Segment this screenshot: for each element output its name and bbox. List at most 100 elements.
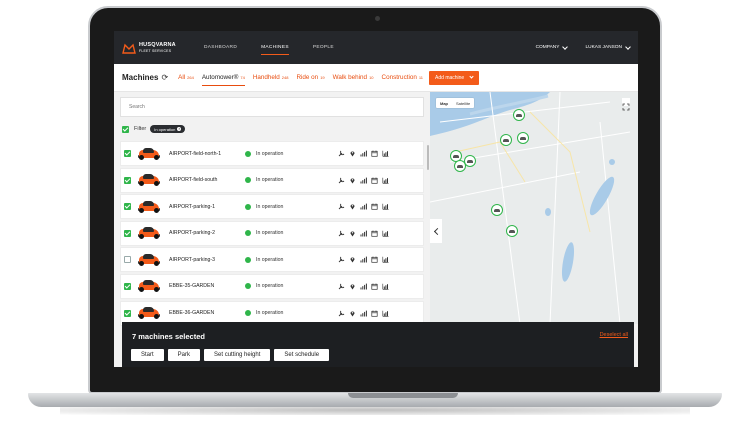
chart-icon[interactable] [382,230,389,237]
machine-checkbox[interactable] [124,309,131,317]
chart-icon[interactable] [382,150,389,157]
calendar-icon[interactable] [371,310,378,317]
chart-icon[interactable] [382,283,389,290]
machine-row[interactable]: AIRPORT-parking-3 In operation [120,247,424,273]
chart-icon[interactable] [382,310,389,317]
filter-chip-label: In operation [154,126,176,132]
top-nav: HUSQVARNA FLEET SERVICES DASHBOARD MACHI… [114,31,638,64]
wrench-icon[interactable] [338,283,345,290]
tab-ride-on[interactable]: Ride on 19 [296,70,324,85]
chart-icon[interactable] [382,177,389,184]
tab-construction[interactable]: Construction 11 [382,70,424,85]
search-input[interactable] [120,97,424,117]
signal-bars-icon[interactable] [360,230,367,237]
map-marker[interactable] [500,134,512,146]
tab-walk-behind[interactable]: Walk behind 10 [333,70,374,85]
machine-row[interactable]: AIRPORT-field-north-1 In operation [120,141,424,166]
location-pin-icon[interactable] [349,283,356,290]
map-marker[interactable] [491,204,503,216]
map-toggle-satellite[interactable]: Satellite [452,98,474,108]
location-pin-icon[interactable] [349,177,356,184]
collapse-panel-button[interactable] [430,219,442,243]
nav-machines[interactable]: MACHINES [261,41,289,55]
nav-dashboard[interactable]: DASHBOARD [204,41,237,55]
start-button[interactable]: Start [131,349,164,361]
add-machine-button[interactable]: Add machine [429,70,480,85]
nav-people[interactable]: PEOPLE [313,41,334,55]
wrench-icon[interactable] [338,310,345,317]
status-dot [245,310,251,317]
list-scrollbar[interactable] [427,145,429,170]
refresh-icon[interactable]: ⟳ [161,73,168,82]
signal-bars-icon[interactable] [360,310,367,317]
tab-label: Automower® [201,73,239,81]
wrench-icon[interactable] [338,203,345,210]
tab-label: Ride on [296,74,319,81]
machine-row[interactable]: AIRPORT-parking-1 In operation [120,194,424,220]
user-menu[interactable]: LUKAS JANSON [585,43,631,50]
brand-logo[interactable]: HUSQVARNA FLEET SERVICES [122,42,198,54]
chevron-down-icon [469,74,474,79]
automower-icon [137,227,161,240]
map-panel[interactable]: Map Satellite [430,92,638,324]
signal-bars-icon[interactable] [360,150,367,157]
machine-status: In operation [256,177,284,184]
machine-status: In operation [256,230,284,237]
calendar-icon[interactable] [371,203,378,210]
close-icon[interactable]: × [177,127,182,131]
machine-checkbox[interactable] [124,256,131,264]
machine-name: AIRPORT-parking-3 [169,256,216,263]
calendar-icon[interactable] [371,283,378,290]
machine-checkbox[interactable] [124,203,131,211]
machine-row[interactable]: AIRPORT-field-south In operation [120,167,424,193]
tab-all[interactable]: All 264 [178,70,194,85]
machine-actions [338,230,389,237]
map-marker[interactable] [454,160,466,172]
location-pin-icon[interactable] [349,230,356,237]
signal-bars-icon[interactable] [360,203,367,210]
location-pin-icon[interactable] [349,150,356,157]
select-all-checkbox[interactable] [122,125,129,133]
wrench-icon[interactable] [338,230,345,237]
deselect-all-link[interactable]: Deselect all [600,332,628,338]
chart-icon[interactable] [382,203,389,210]
machine-name: AIRPORT-parking-1 [169,203,216,210]
map-marker[interactable] [513,109,525,121]
brand-name: HUSQVARNA [139,41,176,48]
machine-list-panel: Filter In operation× AIRPORT-field-north… [120,95,424,327]
wrench-icon[interactable] [338,150,345,157]
map-marker[interactable] [517,132,529,144]
fullscreen-icon[interactable] [622,98,630,111]
company-menu[interactable]: COMPANY [536,43,569,50]
map-toggle-map[interactable]: Map [436,98,452,108]
location-pin-icon[interactable] [349,256,356,263]
chart-icon[interactable] [382,256,389,263]
location-pin-icon[interactable] [349,203,356,210]
machine-checkbox[interactable] [124,282,131,290]
calendar-icon[interactable] [371,256,378,264]
calendar-icon[interactable] [371,230,378,237]
set-cutting-height-button[interactable]: Set cutting height [204,349,271,361]
calendar-icon[interactable] [371,150,378,157]
filter-chip[interactable]: In operation × [150,125,186,133]
map-marker[interactable] [506,225,518,237]
set-schedule-button[interactable]: Set schedule [274,349,330,361]
camera-icon [375,16,380,21]
wrench-icon[interactable] [338,256,345,263]
tab-automower[interactable]: Automower® 74 [201,70,245,86]
machine-row[interactable]: EBBE-35-GARDEN In operation [120,273,424,299]
machine-status: In operation [256,150,284,157]
wrench-icon[interactable] [338,177,345,184]
machine-row[interactable]: AIRPORT-parking-2 In operation [120,220,424,246]
park-button[interactable]: Park [167,349,201,361]
machine-checkbox[interactable] [124,150,131,157]
machine-checkbox[interactable] [124,176,131,184]
signal-bars-icon[interactable] [360,256,367,263]
tab-handheld[interactable]: Handheld 248 [253,70,289,85]
location-pin-icon[interactable] [349,310,356,317]
machine-name: AIRPORT-field-north-1 [169,150,222,157]
signal-bars-icon[interactable] [360,283,367,290]
signal-bars-icon[interactable] [360,177,367,184]
calendar-icon[interactable] [371,177,378,184]
machine-checkbox[interactable] [124,229,131,237]
